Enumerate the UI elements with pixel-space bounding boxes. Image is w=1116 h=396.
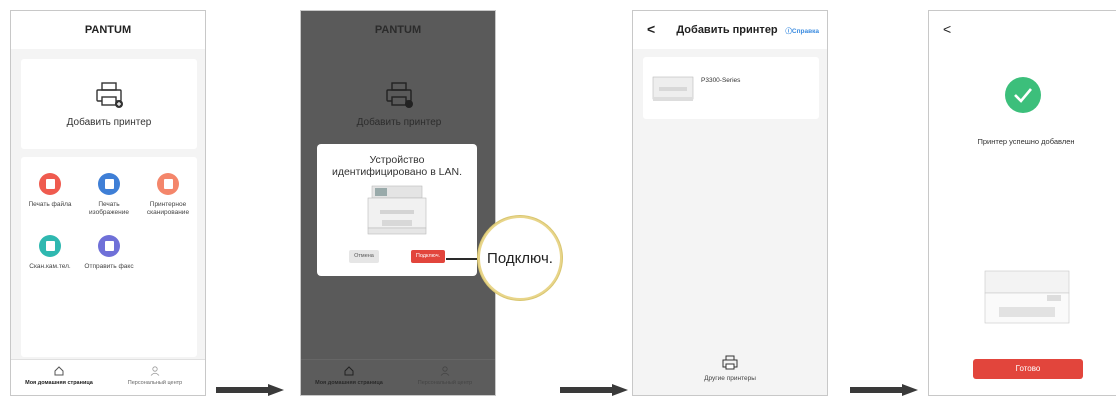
add-printer-card: Добавить принтер: [311, 59, 487, 149]
function-label: Скан.кам.тел.: [29, 263, 71, 270]
checkmark-icon: [1005, 77, 1041, 113]
camera-icon: [39, 235, 61, 257]
screen-lan-dialog: PANTUM Добавить принтер Устройство идент…: [300, 10, 496, 396]
home-icon: [54, 366, 64, 376]
file-icon: [39, 173, 61, 195]
lan-found-dialog: Устройство идентифицировано в LAN. Отмен…: [317, 144, 477, 276]
arrow-right-icon: [850, 384, 918, 396]
screen-home: PANTUM Добавить принтер Печать файла Печ…: [10, 10, 206, 396]
tab-personal: Персональный центр: [405, 360, 485, 386]
tab-home-label: Моя домашняя страница: [25, 380, 93, 386]
page-title: Добавить принтер: [676, 24, 778, 36]
back-button[interactable]: <: [943, 21, 951, 37]
printer-image: [367, 185, 427, 235]
tab-home: Моя домашняя страница: [309, 360, 389, 386]
function-label: Печать изображение: [89, 201, 129, 216]
connect-button[interactable]: Подключ.: [411, 250, 445, 263]
printer-list-item[interactable]: P3300-Series: [643, 57, 819, 119]
user-icon: [150, 366, 160, 376]
user-icon: [440, 366, 450, 376]
other-printers-button[interactable]: Другие принтеры: [633, 355, 827, 382]
cancel-button[interactable]: Отмена: [349, 250, 379, 263]
printer-thumbnail: [652, 76, 694, 101]
printer-add-icon: [96, 81, 123, 108]
add-printer-card[interactable]: Добавить принтер: [21, 59, 197, 149]
bottom-tab-bar: Моя домашняя страница Персональный центр: [301, 359, 495, 395]
screen-success: < Принтер успешно добавлен Готово: [928, 10, 1116, 396]
scan-icon: [157, 173, 179, 195]
print-image-button[interactable]: Печать изображение: [80, 173, 138, 217]
back-button[interactable]: <: [647, 21, 655, 37]
tab-personal-label: Персональный центр: [127, 380, 183, 386]
printer-name: P3300-Series: [701, 77, 741, 84]
other-printers-label: Другие принтеры: [704, 375, 756, 382]
app-title: PANTUM: [301, 11, 495, 49]
printer-image: [984, 270, 1070, 324]
tab-personal-label: Персональный центр: [417, 380, 473, 386]
success-message: Принтер успешно добавлен: [977, 137, 1075, 146]
phone-camera-scan-button[interactable]: Скан.кам.тел.: [21, 235, 79, 271]
help-label: Справка: [791, 28, 819, 35]
app-title: PANTUM: [11, 11, 205, 49]
bottom-tab-bar: Моя домашняя страница Персональный центр: [11, 359, 205, 395]
screen-select-printer: < Добавить принтер ⓘСправка P3300-Series…: [632, 10, 828, 396]
function-label: Отправить факс: [84, 263, 134, 270]
arrow-right-icon: [560, 384, 628, 396]
arrow-right-icon: [216, 384, 284, 396]
help-link[interactable]: ⓘСправка: [785, 25, 819, 35]
functions-card: Печать файла Печать изображение Принтерн…: [21, 157, 197, 357]
done-button[interactable]: Готово: [973, 359, 1083, 379]
header: < Добавить принтер ⓘСправка: [633, 11, 827, 49]
callout-pointer: [446, 258, 480, 260]
printer-icon: [722, 355, 738, 370]
tab-personal[interactable]: Персональный центр: [115, 360, 195, 386]
tab-home[interactable]: Моя домашняя страница: [19, 360, 99, 386]
send-fax-button[interactable]: Отправить факс: [80, 235, 138, 271]
add-printer-label: Добавить принтер: [356, 116, 442, 128]
dialog-message: Устройство идентифицировано в LAN.: [331, 154, 463, 178]
tab-home-label: Моя домашняя страница: [315, 380, 383, 386]
home-icon: [344, 366, 354, 376]
print-file-button[interactable]: Печать файла: [21, 173, 79, 209]
connect-callout: Подключ.: [478, 216, 562, 300]
function-label: Печать файла: [28, 201, 72, 208]
printer-add-icon: [386, 81, 413, 108]
fax-icon: [98, 235, 120, 257]
image-icon: [98, 173, 120, 195]
function-label: Принтерное сканирование: [146, 201, 190, 216]
add-printer-label: Добавить принтер: [66, 116, 152, 128]
printer-scan-button[interactable]: Принтерное сканирование: [139, 173, 197, 217]
